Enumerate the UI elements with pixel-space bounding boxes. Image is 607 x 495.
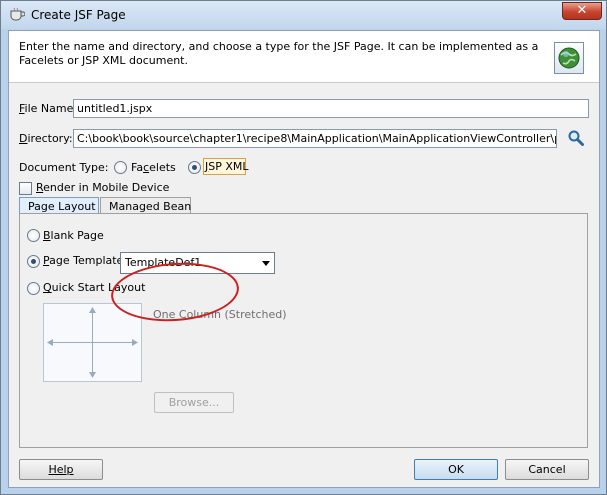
jsp-xml-focus[interactable]: JSP XML — [203, 158, 249, 175]
directory-field[interactable]: C:\book\book\source\chapter1\recipe8\Mai… — [73, 129, 557, 148]
header-band: Enter the name and directory, and choose… — [9, 31, 599, 83]
dialog-description: Enter the name and directory, and choose… — [19, 40, 539, 67]
ok-button[interactable]: OK — [414, 459, 498, 480]
tab-managed-bean[interactable]: Managed Bean — [100, 197, 191, 214]
page-template-radio[interactable] — [27, 255, 40, 268]
file-name-label: File Name: — [19, 102, 78, 115]
directory-label: Directory: — [19, 132, 73, 145]
facelets-radio[interactable] — [114, 161, 127, 174]
quick-start-label: Quick Start Layout — [43, 281, 146, 294]
dialog-window: Create JSF Page ✕ Enter the name and dir… — [0, 0, 607, 495]
template-select-value: TemplateDef1 — [125, 256, 202, 269]
jsp-xml-radio[interactable] — [188, 161, 201, 174]
search-icon[interactable] — [567, 129, 585, 147]
blank-page-label: Blank Page — [43, 229, 104, 242]
close-button[interactable]: ✕ — [562, 2, 602, 20]
render-mobile-checkbox[interactable] — [19, 182, 32, 195]
blank-page-radio[interactable] — [27, 229, 40, 242]
tab-page-layout[interactable]: Page Layout — [19, 197, 99, 214]
window-title: Create JSF Page — [31, 8, 126, 22]
cup-icon — [10, 7, 25, 21]
cancel-button[interactable]: Cancel — [505, 459, 589, 480]
jsp-xml-label: JSP XML — [205, 160, 249, 173]
document-type-label: Document Type: — [19, 161, 109, 174]
quick-start-radio[interactable] — [27, 282, 40, 295]
layout-name: One Column (Stretched) — [153, 308, 287, 321]
page-layout-panel: Blank Page Page Template TemplateDef1 Qu… — [19, 213, 588, 448]
layout-crosshair-icon — [47, 307, 138, 378]
dialog-client-area: Enter the name and directory, and choose… — [8, 30, 600, 488]
template-select[interactable]: TemplateDef1 — [120, 252, 275, 274]
help-button[interactable]: Help — [19, 459, 103, 480]
file-name-field[interactable]: untitled1.jspx — [73, 99, 589, 118]
page-template-label: Page Template — [43, 254, 124, 267]
browse-button[interactable]: Browse... — [154, 392, 234, 413]
chevron-down-icon[interactable] — [262, 261, 270, 266]
layout-preview[interactable] — [43, 303, 142, 382]
render-mobile-label: Render in Mobile Device — [36, 181, 170, 194]
globe-icon — [554, 42, 584, 74]
close-icon: ✕ — [576, 3, 588, 18]
title-bar[interactable]: Create JSF Page ✕ — [1, 1, 606, 29]
facelets-label: Facelets — [131, 161, 176, 174]
